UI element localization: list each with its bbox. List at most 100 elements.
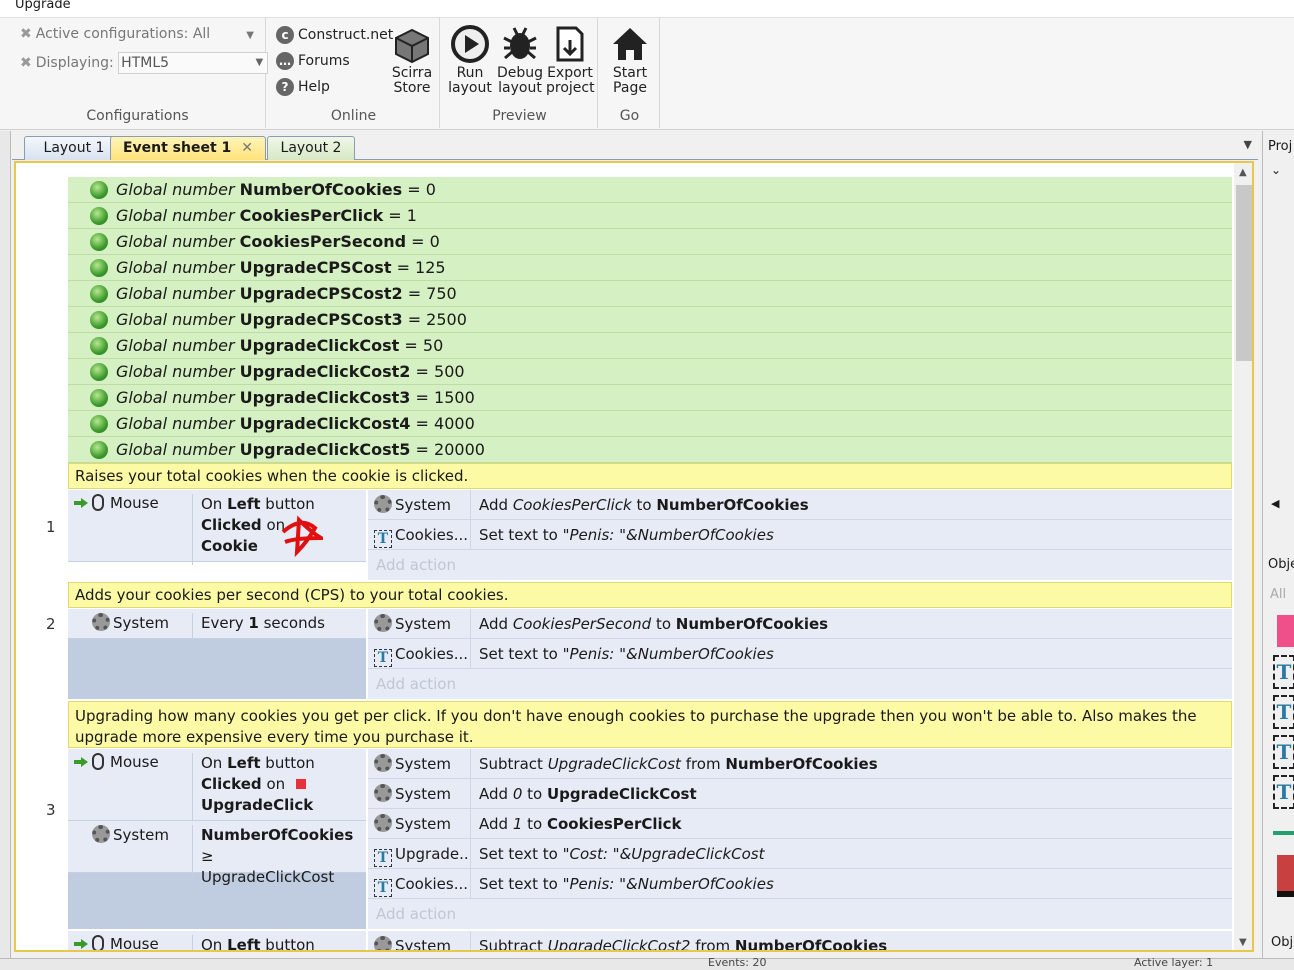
global-variable-row[interactable]: Global number CookiesPerClick = 1 (68, 203, 1232, 229)
tab-event-sheet-1[interactable]: Event sheet 1 ✕ (110, 136, 266, 160)
comment-2[interactable]: Adds your cookies per second (CPS) to yo… (68, 582, 1232, 608)
scroll-left-icon[interactable]: ◀ (1271, 497, 1279, 510)
help-link[interactable]: ? Help (276, 78, 330, 96)
action-row[interactable]: System Add CookiesPerClick to NumberOfCoo… (368, 490, 1232, 520)
wrench-icon: ✖ (20, 55, 32, 71)
action-row[interactable]: T Cookies... Set text to "Penis: "&NumberO… (368, 869, 1232, 899)
sprite-thumbnail-icon (295, 779, 306, 789)
condition-compare-variable[interactable]: System NumberOfCookies ≥ UpgradeClickCost (68, 821, 366, 886)
action-row[interactable]: T Upgrade... Set text to "Cost: "&UpgradeC… (368, 839, 1232, 869)
group-label: Configurations (86, 108, 189, 124)
action-row[interactable]: System Add 0 to UpgradeClickCost (368, 779, 1232, 809)
objects-bar-label[interactable]: Obj (1271, 935, 1293, 950)
text-object-icon[interactable]: T (1273, 775, 1294, 809)
text-object-icon: T (374, 849, 392, 867)
text-object-icon[interactable]: T (1273, 655, 1294, 689)
globe-icon (90, 389, 108, 407)
add-action-button[interactable]: Add action (368, 669, 1232, 699)
displaying-dropdown[interactable]: HTML5 ▼ (118, 52, 269, 74)
objects-panel-title[interactable]: Obje (1268, 557, 1294, 572)
action-row[interactable]: T Cookies... Set text to "Penis: "&NumberO… (368, 520, 1232, 550)
globe-icon (90, 311, 108, 329)
condition-mouse-click[interactable]: Mouse On Left button Clicked on UpgradeCl… (68, 749, 366, 824)
globe-icon (90, 285, 108, 303)
configurations-group: ✖ Active configurations: All ▼ ✖ Displaying… (10, 18, 269, 128)
right-side-panel: Proj ⌄ ◀ Obje All T T T T Obj (1262, 131, 1294, 961)
condition-object: Mouse (92, 753, 159, 771)
chevron-down-icon[interactable]: ⌄ (1271, 163, 1281, 177)
active-configurations-dropdown[interactable]: ✖ Active configurations: All ▼ (20, 26, 254, 42)
global-variable-row[interactable]: Global number CookiesPerSecond = 0 (68, 229, 1232, 255)
vertical-scrollbar[interactable]: ▲ ▼ (1234, 163, 1252, 950)
sprite-object-icon[interactable] (1277, 615, 1294, 647)
global-variable-row[interactable]: Global number UpgradeCPSCost3 = 2500 (68, 307, 1232, 333)
global-variable-row[interactable]: Global number UpgradeClickCost3 = 1500 (68, 385, 1232, 411)
event-sheet[interactable]: Global number NumberOfCookies = 0 Global … (14, 161, 1254, 952)
trigger-arrow-icon (74, 757, 88, 767)
tiled-object-icon[interactable] (1273, 831, 1294, 835)
comment-3[interactable]: Upgrading how many cookies you get per c… (68, 701, 1232, 748)
mouse-icon (92, 753, 104, 770)
event-4-conditions[interactable]: Mouse On Left button (68, 931, 366, 950)
comment-1[interactable]: Raises your total cookies when the cooki… (68, 463, 1232, 489)
text-object-icon[interactable]: T (1273, 695, 1294, 729)
objects-filter[interactable]: All (1270, 587, 1286, 602)
global-variable-row[interactable]: Global number NumberOfCookies = 0 (68, 177, 1232, 203)
global-variable-row[interactable]: Global number UpgradeClickCost = 50 (68, 333, 1232, 359)
export-project-button[interactable]: Export project (546, 24, 595, 96)
left-panel-stub (0, 131, 11, 961)
tab-layout-1[interactable]: Layout 1 (24, 136, 124, 160)
globe-icon (90, 441, 108, 459)
action-row[interactable]: System Add 1 to CookiesPerClick (368, 809, 1232, 839)
text-object-icon: T (374, 530, 392, 548)
event-1-conditions[interactable]: Mouse On Left button Clicked on Cookie (68, 490, 366, 565)
export-icon (556, 26, 584, 62)
construct-link[interactable]: c Construct.net (276, 26, 393, 44)
mouse-icon (92, 494, 104, 511)
condition-every-seconds[interactable]: System Every 1 seconds (68, 609, 366, 642)
help-icon: ? (276, 78, 294, 96)
forums-icon: … (276, 52, 294, 70)
action-row[interactable]: System Subtract UpgradeClickCost from Num… (368, 749, 1232, 779)
condition-mouse-click[interactable]: Mouse On Left button (68, 931, 366, 950)
globe-icon (90, 337, 108, 355)
ribbon: ✖ Active configurations: All ▼ ✖ Displaying… (0, 18, 1294, 130)
action-row[interactable]: T Cookies... Set text to "Penis: "&NumberO… (368, 639, 1232, 669)
scroll-up-icon[interactable]: ▲ (1239, 167, 1247, 178)
projects-panel-title[interactable]: Proj (1268, 139, 1292, 154)
wrench-icon: ✖ (20, 26, 32, 42)
global-variable-row[interactable]: Global number UpgradeClickCost5 = 20000 (68, 437, 1232, 463)
condition-object: Mouse (92, 935, 159, 950)
event-2-conditions[interactable]: System Every 1 seconds (68, 609, 366, 699)
event-3-conditions[interactable]: Mouse On Left button Clicked on UpgradeCl… (68, 749, 366, 929)
text-object-icon: T (374, 649, 392, 667)
tab-list-dropdown-icon[interactable]: ▼ (1244, 138, 1252, 151)
add-action-button[interactable]: Add action (368, 899, 1232, 929)
condition-mouse-click[interactable]: Mouse On Left button Clicked on Cookie (68, 490, 366, 565)
globe-icon (90, 207, 108, 225)
forums-link[interactable]: … Forums (276, 52, 350, 70)
trigger-arrow-icon (74, 498, 88, 508)
scrollbar-thumb[interactable] (1236, 185, 1252, 361)
action-row[interactable]: System Add CookiesPerSecond to NumberOfCo… (368, 609, 1232, 639)
event-number: 3 (46, 801, 56, 819)
debug-layout-button[interactable]: Debug layout (496, 24, 544, 96)
sprite-object-icon[interactable] (1277, 855, 1294, 897)
scroll-down-icon[interactable]: ▼ (1239, 937, 1247, 948)
condition-text: NumberOfCookies ≥ UpgradeClickCost (192, 825, 362, 886)
global-variable-row[interactable]: Global number UpgradeCPSCost2 = 750 (68, 281, 1232, 307)
global-variable-row[interactable]: Global number UpgradeClickCost2 = 500 (68, 359, 1232, 385)
active-layer: Active layer: 1 (1134, 956, 1214, 969)
global-variable-row[interactable]: Global number UpgradeCPSCost = 125 (68, 255, 1232, 281)
tab-layout-2[interactable]: Layout 2 (267, 136, 355, 160)
global-variable-row[interactable]: Global number UpgradeClickCost4 = 4000 (68, 411, 1232, 437)
run-layout-button[interactable]: Run layout (446, 24, 494, 96)
displaying-row: ✖ Displaying: HTML5 ▼ (20, 52, 269, 74)
start-page-button[interactable]: Start Page (606, 24, 654, 96)
text-object-icon[interactable]: T (1273, 735, 1294, 769)
status-bar: Events: 20 Active layer: 1 (0, 956, 1294, 970)
close-icon[interactable]: ✕ (241, 140, 253, 156)
action-row[interactable]: System Subtract UpgradeClickCost2 from Nu… (368, 931, 1232, 950)
scirra-store-button[interactable]: Scirra Store (388, 24, 436, 96)
add-action-button[interactable]: Add action (368, 550, 1232, 580)
